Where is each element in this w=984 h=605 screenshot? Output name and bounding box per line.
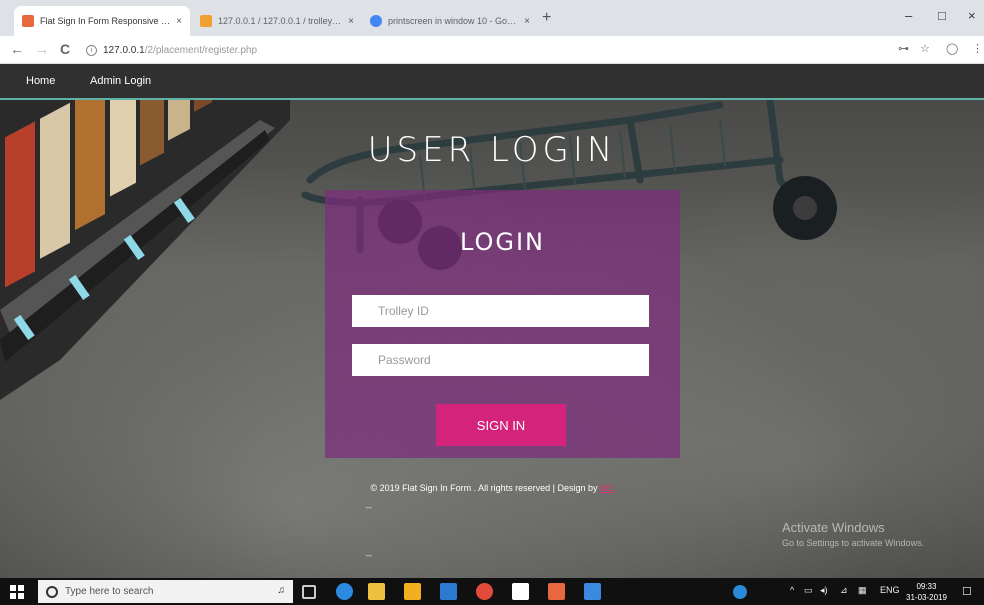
dash-mark: _ <box>366 498 372 509</box>
keyboard-icon[interactable]: ▦ <box>858 585 867 596</box>
taskbar-search-box[interactable]: Type here to search ♫ <box>38 580 293 603</box>
windows-start-icon[interactable] <box>10 585 24 599</box>
chrome-icon[interactable] <box>476 583 493 600</box>
maximize-button[interactable]: □ <box>938 8 946 23</box>
key-icon[interactable]: ⊶ <box>898 42 909 55</box>
google-icon <box>370 15 382 27</box>
taskbar-search-placeholder: Type here to search <box>65 586 154 597</box>
close-window-button[interactable]: × <box>968 8 976 23</box>
app-blue-icon[interactable] <box>584 583 601 600</box>
battery-icon[interactable]: ▭ <box>804 585 813 596</box>
clock-time: 09:33 <box>916 582 937 591</box>
nav-home-link[interactable]: Home <box>26 75 55 87</box>
trolley-id-input[interactable] <box>352 295 649 327</box>
app-orange-icon[interactable] <box>548 583 565 600</box>
password-input[interactable] <box>352 344 649 376</box>
copyright-footer: © 2019 Flat Sign In Form . All rights re… <box>0 483 984 493</box>
edge-icon[interactable] <box>336 583 353 600</box>
hero-background: USER LOGIN LOGIN SIGN IN © 2019 Flat Sig… <box>0 100 984 578</box>
tab-flat-sign-in[interactable]: Flat Sign In Form Responsive W... × <box>14 6 190 36</box>
microphone-icon[interactable]: ♫ <box>278 585 286 596</box>
bookmark-star-icon[interactable]: ☆ <box>920 42 930 55</box>
notification-icon[interactable]: ☐ <box>962 585 972 598</box>
back-button[interactable]: ← <box>10 41 24 57</box>
forward-button[interactable]: → <box>35 41 49 57</box>
windows-taskbar: Type here to search ♫ ^ ▭ ◂) ⊿ ▦ ENG 09:… <box>0 578 984 605</box>
tray-chevron-icon[interactable]: ^ <box>790 585 794 595</box>
file-explorer-icon[interactable] <box>404 583 421 600</box>
mail-icon[interactable] <box>512 583 529 600</box>
tab-google-search[interactable]: printscreen in window 10 - Goo... × <box>362 6 538 36</box>
url-field[interactable]: i 127.0.0.1/2/placement/register.php <box>86 40 886 60</box>
login-panel: LOGIN SIGN IN <box>325 190 680 458</box>
address-bar-row: ← → C i 127.0.0.1/2/placement/register.p… <box>0 36 984 64</box>
tab-close-icon[interactable]: × <box>524 16 530 27</box>
url-path: /2/placement/register.php <box>144 44 258 56</box>
tab-trolley-db[interactable]: 127.0.0.1 / 127.0.0.1 / trolley | ... × <box>192 6 362 36</box>
tab-favicon-icon <box>22 15 34 27</box>
watermark-subtitle: Go to Settings to activate Windows. <box>782 538 925 548</box>
tab-title: Flat Sign In Form Responsive W... <box>40 16 171 26</box>
login-title: LOGIN <box>459 228 546 256</box>
menu-icon[interactable]: ⋮ <box>972 42 983 55</box>
cortana-icon <box>46 585 58 598</box>
designer-link[interactable]: W3 <box>600 483 614 493</box>
photos-icon[interactable] <box>440 583 457 600</box>
watermark-title: Activate Windows <box>782 520 885 535</box>
tab-close-icon[interactable]: × <box>348 16 354 27</box>
sign-in-button[interactable]: SIGN IN <box>436 404 566 446</box>
nav-admin-login-link[interactable]: Admin Login <box>90 75 151 87</box>
extension-icon[interactable]: ◯ <box>946 42 958 55</box>
tab-title: 127.0.0.1 / 127.0.0.1 / trolley | ... <box>218 16 343 26</box>
tab-title: printscreen in window 10 - Goo... <box>388 16 519 26</box>
network-icon[interactable]: ⊿ <box>840 585 848 596</box>
system-clock[interactable]: 09:33 31-03-2019 <box>906 581 947 603</box>
language-indicator[interactable]: ENG <box>880 585 900 595</box>
url-host: 127.0.0.1 <box>103 44 145 56</box>
tab-close-icon[interactable]: × <box>176 16 182 27</box>
store-icon[interactable] <box>368 583 385 600</box>
reload-button[interactable]: C <box>60 41 70 57</box>
page-heading: USER LOGIN <box>367 130 617 170</box>
clock-date: 31-03-2019 <box>906 593 947 602</box>
copyright-text: © 2019 Flat Sign In Form . All rights re… <box>370 483 598 493</box>
info-icon[interactable]: i <box>86 44 97 56</box>
activate-windows-watermark: Activate Windows Go to Settings to activ… <box>782 520 924 548</box>
tab-favicon-icon <box>200 15 212 27</box>
browser-tab-strip: Flat Sign In Form Responsive W... × 127.… <box>0 0 984 36</box>
task-view-icon[interactable] <box>302 585 316 599</box>
new-tab-button[interactable]: + <box>542 9 551 27</box>
volume-icon[interactable]: ◂) <box>820 585 828 596</box>
site-navbar: Home Admin Login <box>0 64 984 100</box>
tray-app-icon[interactable] <box>733 585 747 599</box>
minimize-button[interactable]: – <box>905 8 912 23</box>
dash-mark: _ <box>366 546 372 557</box>
